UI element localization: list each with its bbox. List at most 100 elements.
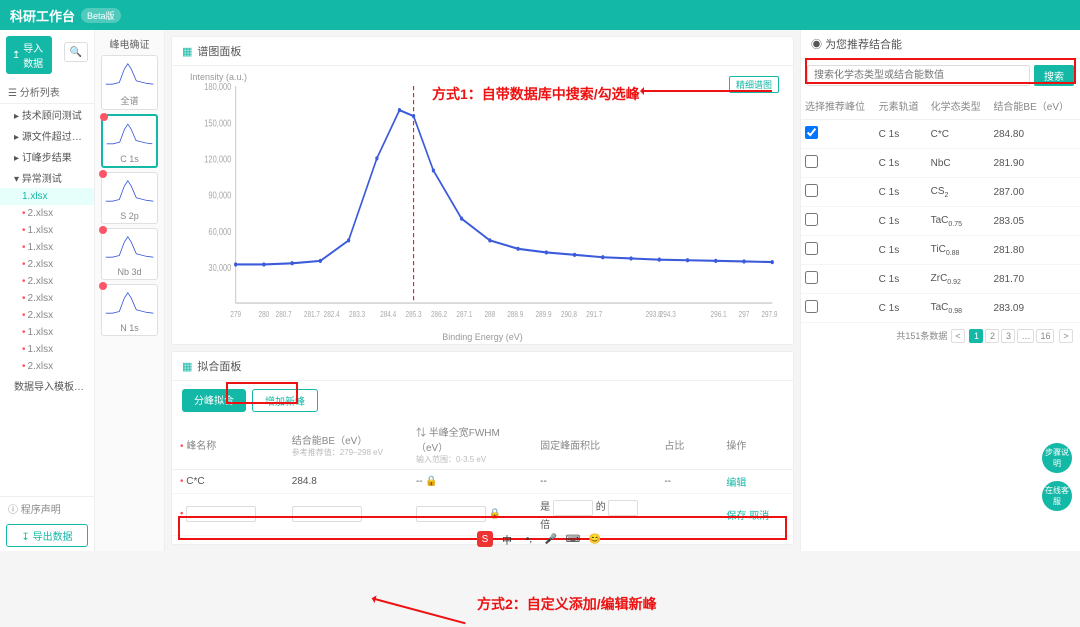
recommend-row: C 1sTaC0.75283.05 — [801, 207, 1080, 236]
thumbnail[interactable]: C 1s — [101, 114, 158, 168]
ratio-select[interactable] — [553, 500, 593, 516]
tab-add-peak[interactable]: 增加新峰 — [252, 389, 318, 412]
svg-text:282.4: 282.4 — [324, 309, 340, 319]
row-checkbox[interactable] — [805, 184, 818, 197]
ime-icons: S 中 •, 🎤 ⌨ 😊 — [477, 531, 603, 547]
svg-text:288.9: 288.9 — [507, 309, 523, 319]
svg-text:297.9: 297.9 — [761, 309, 777, 319]
tree-file[interactable]: •1.xlsx — [0, 222, 94, 239]
y-axis-label: Intensity (a.u.) — [190, 72, 247, 82]
search-icon[interactable]: 🔍 — [64, 42, 88, 62]
be-search-input[interactable] — [807, 65, 1030, 86]
thumbnail[interactable]: Nb 3d — [101, 228, 158, 280]
recommend-row: C 1sTiC0.88281.80 — [801, 236, 1080, 265]
pager-page: … — [1017, 329, 1034, 343]
peak-name-input[interactable] — [186, 506, 256, 522]
recommend-row: C 1sC*C284.80 — [801, 120, 1080, 149]
panel-title: 拟合面板 — [197, 358, 241, 374]
file-tree: ☰ 分析列表 ▸ 技术顾问测试 ▸ 源文件超过1… ▸ 订峰步结果 ▾ 异常测试… — [0, 80, 94, 496]
fit-panel: ▦拟合面板 分峰拟合 增加新峰 • 峰名称 结合能BE（eV）参考推荐值：279… — [171, 351, 794, 545]
spectrum-panel: ▦谱图面板 Intensity (a.u.) 精细谱图 30,00060,000… — [171, 36, 794, 345]
save-link[interactable]: 保存 — [726, 511, 746, 522]
svg-text:90,000: 90,000 — [208, 190, 231, 201]
ime-icon: 中 — [499, 531, 515, 547]
row-checkbox[interactable] — [805, 126, 818, 139]
annotation-1: 方式1：自带数据库中搜索/勾选峰 — [432, 84, 640, 104]
import-button[interactable]: ↥ 导入数据 — [6, 36, 52, 74]
tree-file[interactable]: •2.xlsx — [0, 205, 94, 222]
cancel-link[interactable]: 取消 — [749, 511, 769, 522]
svg-text:291.7: 291.7 — [586, 309, 602, 319]
tree-node[interactable]: ▸ 订峰步结果 — [0, 146, 94, 167]
svg-text:180,000: 180,000 — [204, 81, 231, 92]
fwhm-input[interactable] — [416, 506, 486, 522]
right-title: ◉ 为您推荐结合能 — [801, 30, 1080, 59]
recommend-row: C 1sTaC0.98283.09 — [801, 294, 1080, 323]
tree-file[interactable]: •1.xlsx — [0, 324, 94, 341]
svg-text:284.4: 284.4 — [380, 309, 396, 319]
row-checkbox[interactable] — [805, 300, 818, 313]
svg-text:296.1: 296.1 — [711, 309, 727, 319]
row-checkbox[interactable] — [805, 242, 818, 255]
pager: 共151条数据 < 123…16 > — [801, 323, 1080, 349]
thumbnail[interactable]: S 2p — [101, 172, 158, 224]
beta-badge: Beta版 — [81, 8, 121, 23]
be-input[interactable] — [292, 506, 362, 522]
pager-page[interactable]: 3 — [1001, 329, 1015, 343]
app-title: 科研工作台 — [10, 6, 75, 25]
times-input[interactable] — [608, 500, 638, 516]
tab-peak-fit[interactable]: 分峰拟合 — [182, 389, 246, 412]
svg-text:120,000: 120,000 — [204, 154, 231, 165]
annotation-arrow-2 — [373, 598, 465, 625]
tree-file[interactable]: •2.xlsx — [0, 358, 94, 375]
tree-file[interactable]: •2.xlsx — [0, 273, 94, 290]
thumbnail[interactable]: N 1s — [101, 284, 158, 336]
chart-area[interactable]: Intensity (a.u.) 精细谱图 30,00060,00090,000… — [172, 66, 793, 344]
be-search-button[interactable]: 搜索 — [1034, 65, 1074, 86]
ime-icon: •, — [521, 531, 537, 547]
tree-file[interactable]: •2.xlsx — [0, 256, 94, 273]
recommend-panel: ◉ 为您推荐结合能 搜索 选择推荐峰位 元素轨道 化学态类型 结合能BE（eV）… — [800, 30, 1080, 551]
svg-text:60,000: 60,000 — [208, 226, 231, 237]
svg-text:288: 288 — [484, 309, 495, 319]
sogou-icon: S — [477, 531, 493, 547]
tree-template[interactable]: 数据导入模板 (… — [0, 375, 94, 396]
sidebar-left: ↥ 导入数据 🔍 ☰ 分析列表 ▸ 技术顾问测试 ▸ 源文件超过1… ▸ 订峰步… — [0, 30, 95, 551]
export-button[interactable]: ↧ 导出数据 — [6, 524, 88, 547]
tree-file[interactable]: •2.xlsx — [0, 307, 94, 324]
row-checkbox[interactable] — [805, 213, 818, 226]
pager-page[interactable]: 1 — [969, 329, 983, 343]
tree-node[interactable]: ▾ 异常测试 — [0, 167, 94, 188]
tree-file[interactable]: •1.xlsx — [0, 341, 94, 358]
recommend-row: C 1sZrC0.92281.70 — [801, 265, 1080, 294]
thumbnail[interactable]: 全谱 — [101, 55, 158, 110]
tree-file[interactable]: •2.xlsx — [0, 290, 94, 307]
svg-text:294.3: 294.3 — [660, 309, 676, 319]
row-checkbox[interactable] — [805, 155, 818, 168]
recommend-table: 选择推荐峰位 元素轨道 化学态类型 结合能BE（eV） C 1sC*C284.8… — [801, 92, 1080, 323]
mic-icon: 🎤 — [543, 531, 559, 547]
fit-table: • 峰名称 结合能BE（eV）参考推荐值：279–298 eV ⇅ 半峰全宽FW… — [172, 420, 793, 536]
pager-page[interactable]: 2 — [985, 329, 999, 343]
pager-page[interactable]: 16 — [1036, 329, 1054, 343]
tree-file[interactable]: 1.xlsx — [0, 188, 94, 205]
edit-link[interactable]: 编辑 — [726, 478, 746, 489]
pager-next[interactable]: > — [1059, 329, 1073, 343]
footer-link[interactable]: ⓘ 程序声明 — [0, 496, 94, 520]
ime-icon: ⌨ — [565, 531, 581, 547]
tree-node[interactable]: ▸ 技术顾问测试 — [0, 104, 94, 125]
recommend-row: C 1sNbC281.90 — [801, 149, 1080, 178]
svg-text:287.1: 287.1 — [456, 309, 472, 319]
support-button[interactable]: 在线客服 — [1042, 481, 1072, 511]
fit-row-edit: • 🔒 是 的 倍 保存 取消 — [172, 494, 793, 536]
svg-text:297: 297 — [739, 309, 750, 319]
svg-text:281.7: 281.7 — [304, 309, 320, 319]
row-checkbox[interactable] — [805, 271, 818, 284]
tree-node[interactable]: ▸ 源文件超过1… — [0, 125, 94, 146]
svg-text:290.8: 290.8 — [561, 309, 577, 319]
svg-text:285.3: 285.3 — [406, 309, 422, 319]
tree-file[interactable]: •1.xlsx — [0, 239, 94, 256]
pager-prev[interactable]: < — [951, 329, 965, 343]
topbar: 科研工作台 Beta版 — [0, 0, 1080, 30]
help-steps-button[interactable]: 步骤说明 — [1042, 443, 1072, 473]
